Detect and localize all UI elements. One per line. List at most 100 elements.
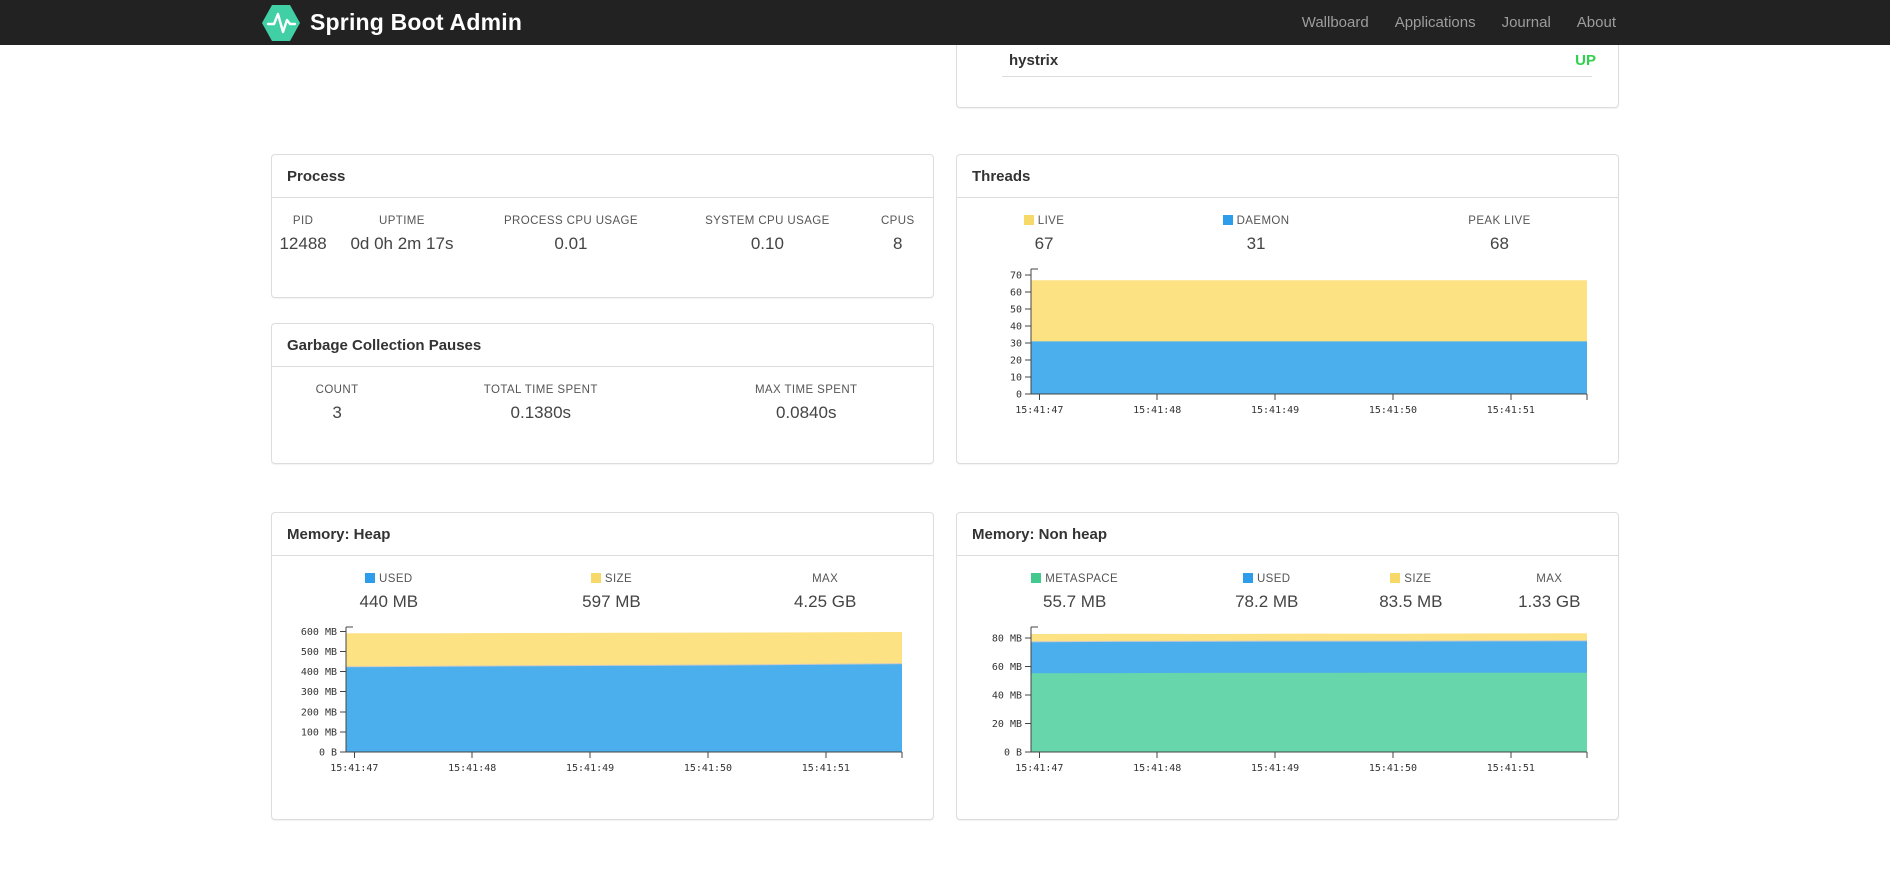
x-tick-label: 15:41:48 xyxy=(1133,763,1181,774)
panel-memory-heap-title: Memory: Heap xyxy=(272,513,933,556)
divider xyxy=(1002,76,1592,77)
application-name: hystrix xyxy=(1009,52,1059,69)
legend-swatch-icon xyxy=(1390,573,1401,583)
metric-label: PID xyxy=(292,215,314,227)
legend-swatch-icon xyxy=(1023,215,1034,225)
y-tick-label: 0 xyxy=(1016,390,1022,401)
x-tick-label: 15:41:47 xyxy=(330,763,378,774)
area-metaspace xyxy=(1031,672,1587,752)
brand-link[interactable]: Spring Boot Admin xyxy=(261,3,522,43)
metric-value: 0.10 xyxy=(750,234,784,253)
x-tick-label: 15:41:50 xyxy=(1369,763,1417,774)
y-tick-label: 80 MB xyxy=(992,634,1022,645)
x-tick-label: 15:41:48 xyxy=(448,763,496,774)
panel-process: Process PID UPTIME PROCESS CPU USAGE SYSTEM… xyxy=(271,154,934,298)
metric-value: 0.1380s xyxy=(510,403,572,422)
x-tick-label: 15:41:51 xyxy=(1487,763,1535,774)
metric-label: CPUS xyxy=(880,215,915,227)
legend-swatch-icon xyxy=(1031,573,1042,583)
x-tick-label: 15:41:49 xyxy=(1251,763,1299,774)
y-tick-label: 300 MB xyxy=(301,687,337,698)
nonheap-legend: METASPACE USED SIZE MAX 55.7 MB 78.2 MB 83.5 M… xyxy=(957,573,1618,612)
area-daemon xyxy=(1031,341,1587,394)
metric-value: 68 xyxy=(1490,234,1509,253)
process-metrics: PID UPTIME PROCESS CPU USAGE SYSTEM CPU USA… xyxy=(272,215,933,254)
application-row[interactable]: hystrix UP xyxy=(957,45,1618,76)
metric-value: 67 xyxy=(1034,234,1054,253)
x-tick-label: 15:41:47 xyxy=(1015,405,1063,416)
nav-link-about[interactable]: About xyxy=(1564,0,1629,45)
metric-label: PROCESS CPU USAGE xyxy=(503,215,638,227)
application-status-badge: UP xyxy=(1575,52,1596,69)
y-tick-label: 0 B xyxy=(319,748,337,759)
area-used xyxy=(346,663,902,752)
gc-metrics: COUNT TOTAL TIME SPENT MAX TIME SPENT 3 0.13… xyxy=(272,384,933,423)
y-tick-label: 200 MB xyxy=(301,707,337,718)
y-tick-label: 20 xyxy=(1010,356,1022,367)
y-tick-label: 0 B xyxy=(1004,748,1022,759)
panel-memory-heap: Memory: Heap USED SIZE MAX 440 MB 597 MB 4.25… xyxy=(271,512,934,820)
chart-memory-heap: 0 B 100 MB 200 MB 300 MB 400 MB 500 MB 600 MB 1… xyxy=(301,626,903,774)
legend-swatch-icon xyxy=(1242,573,1253,583)
y-tick-label: 60 xyxy=(1010,288,1022,299)
metric-value: 1.33 GB xyxy=(1518,592,1581,611)
threads-legend: LIVE DAEMON PEAK LIVE 67 31 68 xyxy=(957,215,1618,254)
metric-value: 440 MB xyxy=(359,592,419,611)
metric-value: 8 xyxy=(893,234,903,253)
metric-label: COUNT xyxy=(315,384,359,396)
nav-links: Wallboard Applications Journal About xyxy=(1289,0,1629,45)
x-tick-label: 15:41:50 xyxy=(684,763,732,774)
metric-label: USED xyxy=(272,573,506,585)
legend-swatch-icon xyxy=(1222,215,1233,225)
metric-label: UPTIME xyxy=(379,215,425,227)
x-tick-label: 15:41:47 xyxy=(1015,763,1063,774)
memory-heap-chart: 0 B 100 MB 200 MB 300 MB 400 MB 500 MB 600 MB 1… xyxy=(272,624,933,784)
navbar: Spring Boot Admin Wallboard Applications J… xyxy=(0,0,1890,45)
metric-value: 55.7 MB xyxy=(1043,592,1107,611)
panel-threads-title: Threads xyxy=(957,155,1618,198)
x-tick-label: 15:41:51 xyxy=(1487,405,1535,416)
metric-value: 83.5 MB xyxy=(1379,592,1443,611)
metric-value: 3 xyxy=(332,403,342,422)
panel-memory-nonheap: Memory: Non heap METASPACE USED SIZE MAX 55.… xyxy=(956,512,1619,820)
metric-label: PEAK LIVE xyxy=(1468,215,1531,227)
metric-value: 597 MB xyxy=(582,592,641,611)
y-tick-label: 400 MB xyxy=(301,667,337,678)
heap-legend: USED SIZE MAX 440 MB 597 MB 4.25 GB xyxy=(272,573,933,612)
metric-label: DAEMON xyxy=(1131,215,1381,227)
metric-label: MAX TIME SPENT xyxy=(754,384,858,396)
main-content: hystrix UP Process PID UPTIME PROCESS CPU … xyxy=(271,45,1619,820)
application-status-panel: hystrix UP xyxy=(956,45,1619,108)
x-tick-label: 15:41:48 xyxy=(1133,405,1181,416)
y-tick-label: 70 xyxy=(1010,271,1022,282)
x-tick-label: 15:41:51 xyxy=(802,763,850,774)
metric-value: 78.2 MB xyxy=(1235,592,1299,611)
metric-label: METASPACE xyxy=(957,573,1192,585)
y-tick-label: 10 xyxy=(1010,373,1022,384)
y-tick-label: 20 MB xyxy=(992,719,1022,730)
chart-threads: 0 10 20 30 40 50 60 70 15:41:47 15:41:48 15:41:49 1… xyxy=(1010,268,1588,416)
metric-label: SYSTEM CPU USAGE xyxy=(705,215,830,227)
brand-logo-icon xyxy=(262,4,300,41)
threads-chart: 0 10 20 30 40 50 60 70 15:41:47 15:41:48 15:41:49 1… xyxy=(957,266,1618,426)
metric-value: 12488 xyxy=(279,234,327,253)
metric-label: LIVE xyxy=(957,215,1131,227)
y-tick-label: 500 MB xyxy=(301,647,337,658)
x-tick-label: 15:41:49 xyxy=(566,763,614,774)
panel-gc-title: Garbage Collection Pauses xyxy=(272,324,933,367)
y-tick-label: 600 MB xyxy=(301,627,337,638)
x-tick-label: 15:41:50 xyxy=(1369,405,1417,416)
panel-gc: Garbage Collection Pauses COUNT TOTAL TIM… xyxy=(271,323,934,464)
nav-link-wallboard[interactable]: Wallboard xyxy=(1289,0,1382,45)
metric-value: 0d 0h 2m 17s xyxy=(350,234,454,253)
nav-link-journal[interactable]: Journal xyxy=(1489,0,1564,45)
x-tick-label: 15:41:49 xyxy=(1251,405,1299,416)
y-tick-label: 40 xyxy=(1010,322,1022,333)
metric-label: TOTAL TIME SPENT xyxy=(483,384,598,396)
nav-link-applications[interactable]: Applications xyxy=(1382,0,1489,45)
panel-threads: Threads LIVE DAEMON PEAK LIVE 67 31 68 0 10 20 3… xyxy=(956,154,1619,464)
panel-process-title: Process xyxy=(272,155,933,198)
metric-value: 31 xyxy=(1246,234,1266,253)
metric-value: 0.01 xyxy=(554,234,588,253)
y-tick-label: 40 MB xyxy=(992,691,1022,702)
